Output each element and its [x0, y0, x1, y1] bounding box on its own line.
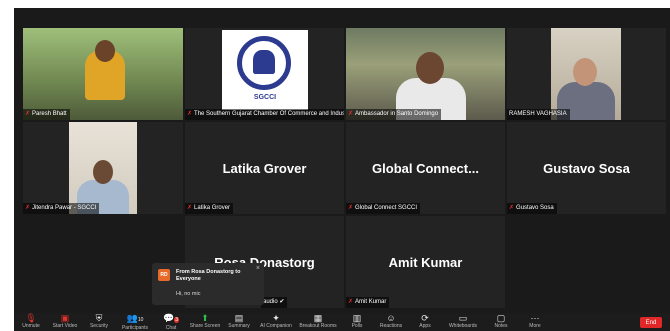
avatar: RD — [158, 269, 170, 281]
logo-text: SGCCI — [253, 94, 277, 101]
participant-tile[interactable]: RAMESH VAGHASIA — [507, 28, 666, 120]
participant-display-name: Amit Kumar — [388, 254, 463, 270]
participants-count: 10 — [137, 317, 144, 323]
participant-tile[interactable]: ✗ Jitendra Pawar - SGCCI — [23, 122, 183, 214]
participant-name: ✗ Jitendra Pawar - SGCCI — [23, 203, 100, 214]
participant-tile[interactable]: Amit Kumar ✗ Amit Kumar — [346, 216, 505, 308]
notes-button[interactable]: ▢ Notes — [484, 313, 518, 331]
participant-display-name: Gustavo Sosa — [543, 160, 630, 176]
participant-tile[interactable]: ✗ Paresh Bhatt — [23, 28, 183, 120]
whiteboards-button[interactable]: ▭ Whiteboards — [442, 313, 484, 331]
chat-badge: 3 — [174, 317, 179, 323]
summary-button[interactable]: ▤ Summary — [222, 313, 256, 331]
chat-notification[interactable]: RD From Rosa Donastorg to Everyone Hi, n… — [152, 263, 264, 305]
apps-button[interactable]: ⟳ Apps — [408, 313, 442, 331]
notes-icon: ▢ — [496, 313, 506, 323]
reactions-icon: ☺ — [386, 313, 396, 323]
end-button[interactable]: End — [640, 317, 662, 328]
mic-off-icon: ✗ — [187, 111, 193, 117]
mic-off-icon: 🎙 — [25, 313, 37, 323]
share-screen-button[interactable]: ⬆ Share Screen — [188, 313, 222, 331]
participant-video-face — [93, 160, 113, 184]
participant-name: ✗ The Southern Gujarat Chamber Of Commerc… — [185, 109, 344, 120]
breakout-rooms-button[interactable]: ▦ Breakout Rooms — [296, 313, 340, 331]
security-button[interactable]: ⛨ Security — [82, 313, 116, 331]
mic-off-icon: ✗ — [348, 299, 354, 305]
participant-display-name: Latika Grover — [222, 160, 307, 176]
participant-tile[interactable]: Gustavo Sosa ✗ Gustavo Sosa — [507, 122, 666, 214]
chat-message: Hi, no mic — [176, 291, 201, 297]
participant-video-face — [573, 58, 597, 86]
participants-button[interactable]: 👥10 Participants — [116, 313, 154, 331]
mic-off-icon: ✗ — [348, 205, 354, 211]
participant-name: ✗ Paresh Bhatt — [23, 109, 70, 120]
video-off-icon: ▣ — [60, 313, 70, 323]
more-icon: ⋯ — [530, 313, 540, 323]
participant-video-face — [416, 52, 444, 84]
sgcci-logo-inner — [253, 50, 275, 74]
meeting-toolbar: 🎙 Unmute ▣ Start Video ⛨ Security 👥10 Partic… — [14, 313, 670, 331]
participant-video-face — [95, 40, 115, 62]
more-button[interactable]: ⋯ More — [518, 313, 552, 331]
participants-icon: 👥10 — [126, 313, 144, 323]
mic-off-icon: ✗ — [187, 205, 193, 211]
polls-icon: ▥ — [352, 313, 362, 323]
start-video-button[interactable]: ▣ Start Video — [48, 313, 82, 331]
video-gallery: ✗ Paresh Bhatt SGCCI ✗ The Southern Gujara… — [14, 8, 670, 313]
polls-button[interactable]: ▥ Polls — [340, 313, 374, 331]
participant-display-name: Global Connect... — [372, 160, 479, 176]
participant-tile[interactable]: SGCCI ✗ The Southern Gujarat Chamber Of C… — [185, 28, 344, 120]
whiteboards-icon: ▭ — [458, 313, 468, 323]
unmute-button[interactable]: 🎙 Unmute — [14, 313, 48, 331]
participant-name: ✗ Latika Grover — [185, 203, 234, 214]
participant-tile[interactable]: Global Connect... ✗ Global Connect SGCCI — [346, 122, 505, 214]
participant-name: RAMESH VAGHASIA — [507, 109, 570, 120]
chat-button[interactable]: 💬3 Chat — [154, 313, 188, 331]
summary-icon: ▤ — [234, 313, 244, 323]
participant-name: ✗ Ambassador in Santo Domingo — [346, 109, 442, 120]
participant-tile[interactable]: Latika Grover ✗ Latika Grover — [185, 122, 344, 214]
share-screen-icon: ⬆ — [201, 313, 209, 323]
participant-name: audio ✔ — [261, 297, 288, 308]
participant-name: ✗ Gustavo Sosa — [507, 203, 557, 214]
participant-tile[interactable]: ✗ Ambassador in Santo Domingo — [346, 28, 505, 120]
mic-off-icon: ✗ — [25, 111, 31, 117]
mic-off-icon: ✗ — [509, 205, 515, 211]
chat-sender: From Rosa Donastorg to Everyone — [176, 269, 241, 282]
reactions-button[interactable]: ☺ Reactions — [374, 313, 408, 331]
participant-name: ✗ Amit Kumar — [346, 297, 390, 308]
apps-icon: ⟳ — [421, 313, 429, 323]
ai-companion-icon: ✦ — [272, 313, 280, 323]
mic-off-icon: ✗ — [25, 205, 31, 211]
breakout-rooms-icon: ▦ — [313, 313, 323, 323]
close-icon[interactable]: × — [256, 265, 260, 272]
chat-icon: 💬3 — [163, 313, 179, 323]
participant-name: ✗ Global Connect SGCCI — [346, 203, 421, 214]
shield-icon: ⛨ — [95, 313, 103, 323]
ai-companion-button[interactable]: ✦ AI Companion — [256, 313, 296, 331]
mic-off-icon: ✗ — [348, 111, 354, 117]
